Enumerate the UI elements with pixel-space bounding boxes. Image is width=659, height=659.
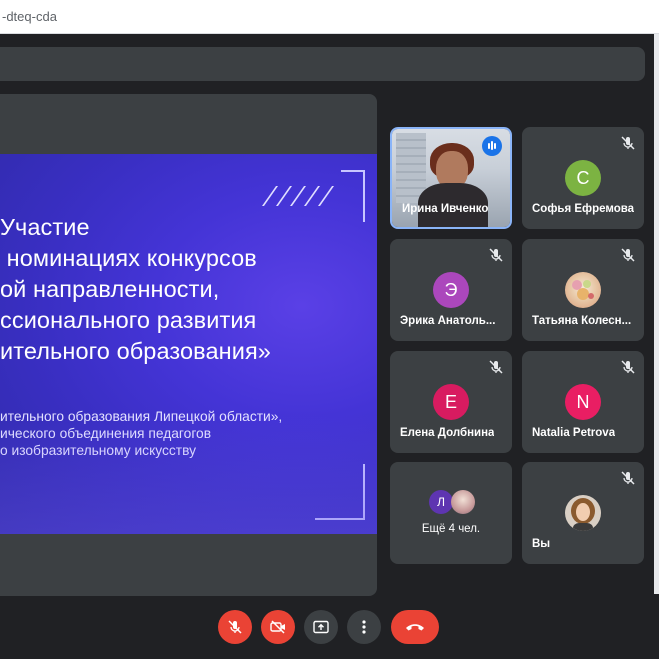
meeting-top-bar (0, 47, 645, 81)
avatar-photo (565, 272, 601, 308)
present-button[interactable] (304, 610, 338, 644)
browser-address-bar[interactable]: -dteq-cda (0, 0, 659, 34)
meeting-controls (0, 610, 659, 650)
slide-subtitle: ительного образования Липецкой области»,… (0, 409, 283, 458)
avatar-photo (565, 495, 601, 531)
avatar: Е (433, 384, 469, 420)
scrollbar[interactable] (654, 34, 659, 594)
avatar: Л (429, 490, 453, 514)
url-text: -dteq-cda (2, 9, 57, 24)
hang-up-button[interactable] (391, 610, 439, 644)
mic-off-icon (489, 360, 503, 374)
more-options-button[interactable] (347, 610, 381, 644)
slide-title: Участие номинациях конкурсов ой направле… (0, 214, 271, 364)
avatar: С (565, 160, 601, 196)
mic-off-icon (489, 248, 503, 262)
participant-tile[interactable]: Ирина Ивченко (390, 127, 512, 229)
self-tile[interactable]: Вы (522, 462, 644, 564)
participant-name: Ирина Ивченко (402, 203, 489, 215)
speaking-indicator-icon (482, 136, 502, 156)
participant-name: Эрика Анатоль... (400, 315, 496, 327)
more-participants-tile[interactable]: Л Ещё 4 чел. (390, 462, 512, 564)
present-icon (313, 620, 329, 634)
mic-off-icon (228, 620, 242, 634)
mic-off-icon (621, 136, 635, 150)
participant-tile[interactable]: Татьяна Колесн... (522, 239, 644, 341)
participant-tile[interactable]: Э Эрика Анатоль... (390, 239, 512, 341)
avatar-photo (451, 490, 475, 514)
avatar: N (565, 384, 601, 420)
more-participants-label: Ещё 4 чел. (421, 523, 481, 535)
more-icon (362, 620, 366, 634)
participant-name: Елена Долбнина (400, 427, 495, 439)
mic-off-icon (621, 248, 635, 262)
mic-toggle-button[interactable] (218, 610, 252, 644)
camera-off-icon (270, 620, 285, 634)
avatar: Э (433, 272, 469, 308)
participant-name: Вы (532, 538, 551, 550)
participant-name: Софья Ефремова (532, 203, 635, 215)
camera-toggle-button[interactable] (261, 610, 295, 644)
participant-name: Татьяна Колесн... (532, 315, 632, 327)
slide-corner-decoration (315, 464, 365, 520)
participant-name: Natalia Petrova (532, 427, 616, 439)
mic-off-icon (621, 471, 635, 485)
participant-tile[interactable]: Е Елена Долбнина (390, 351, 512, 453)
slide-stripes-decoration (261, 186, 345, 206)
participant-tile[interactable]: N Natalia Petrova (522, 351, 644, 453)
presentation-slide: Участие номинациях конкурсов ой направле… (0, 154, 377, 534)
mic-off-icon (621, 360, 635, 374)
participant-tile[interactable]: С Софья Ефремова (522, 127, 644, 229)
hang-up-icon (406, 624, 424, 631)
